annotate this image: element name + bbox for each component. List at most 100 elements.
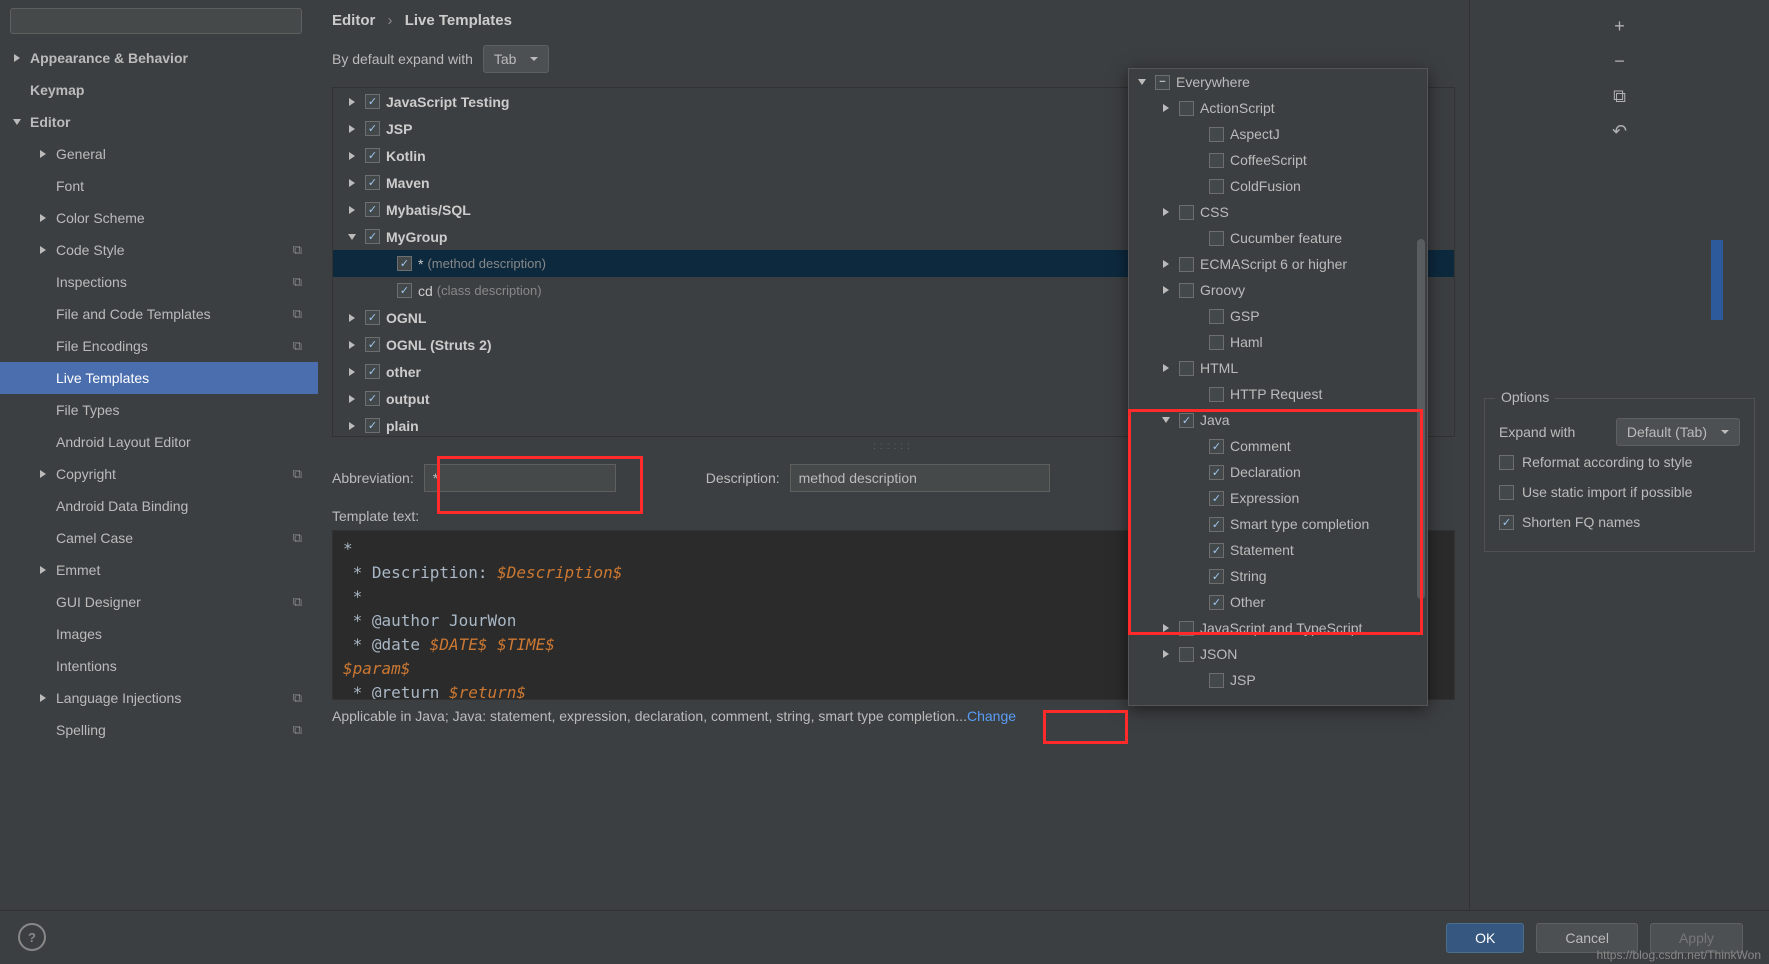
checkbox-icon[interactable] [1179,621,1194,636]
context-java[interactable]: ✓Java [1129,407,1427,433]
scrollbar-indicator[interactable] [1711,240,1723,320]
checkbox-icon[interactable]: ✓ [1209,595,1224,610]
sidebar-item-android-layout-editor[interactable]: Android Layout Editor [0,426,318,458]
checkbox-icon[interactable]: ✓ [365,310,380,325]
checkbox-icon[interactable]: ✓ [1209,465,1224,480]
add-icon[interactable]: + [1610,16,1630,37]
description-input[interactable] [790,464,1050,492]
checkbox-icon[interactable] [1209,673,1224,688]
sidebar-item-general[interactable]: General [0,138,318,170]
scrollbar-thumb[interactable] [1417,239,1425,599]
help-icon[interactable]: ? [18,923,46,951]
sidebar-item-file-types[interactable]: File Types [0,394,318,426]
checkbox-icon[interactable] [1209,231,1224,246]
context-javascript-and-typescript[interactable]: JavaScript and TypeScript [1129,615,1427,641]
sidebar-item-gui-designer[interactable]: GUI Designer⧉ [0,586,318,618]
checkbox-icon[interactable]: ✓ [365,391,380,406]
copy-icon[interactable]: ⧉ [1610,86,1630,107]
context-expression[interactable]: ✓Expression [1129,485,1427,511]
checkbox-icon[interactable] [1209,153,1224,168]
checkbox-minus-icon[interactable]: − [1155,75,1170,90]
checkbox-icon[interactable]: ✓ [365,148,380,163]
sidebar-item-file-and-code-templates[interactable]: File and Code Templates⧉ [0,298,318,330]
checkbox-icon[interactable]: ✓ [1209,491,1224,506]
checkbox-icon[interactable] [1179,101,1194,116]
breadcrumb-root[interactable]: Editor [332,12,375,29]
search-input[interactable] [10,8,302,34]
sidebar-item-intentions[interactable]: Intentions [0,650,318,682]
context-css[interactable]: CSS [1129,199,1427,225]
sidebar-item-editor[interactable]: Editor [0,106,318,138]
checkbox-icon[interactable]: ✓ [365,202,380,217]
sidebar-item-font[interactable]: Font [0,170,318,202]
sidebar-item-live-templates[interactable]: Live Templates [0,362,318,394]
context-gsp[interactable]: GSP [1129,303,1427,329]
checkbox-icon[interactable] [1209,179,1224,194]
context-groovy[interactable]: Groovy [1129,277,1427,303]
checkbox-icon[interactable] [1179,205,1194,220]
context-comment[interactable]: ✓Comment [1129,433,1427,459]
ok-button[interactable]: OK [1446,923,1524,953]
sidebar-item-keymap[interactable]: Keymap [0,74,318,106]
context-declaration[interactable]: ✓Declaration [1129,459,1427,485]
sidebar-item-color-scheme[interactable]: Color Scheme [0,202,318,234]
checkbox-icon[interactable]: ✓ [365,364,380,379]
checkbox-icon[interactable]: ✓ [1179,413,1194,428]
checkbox-icon[interactable] [1499,485,1514,500]
context-aspectj[interactable]: AspectJ [1129,121,1427,147]
option-dropdown[interactable]: Default (Tab) [1616,418,1740,446]
checkbox-icon[interactable]: ✓ [365,121,380,136]
sidebar-item-images[interactable]: Images [0,618,318,650]
sidebar-item-camel-case[interactable]: Camel Case⧉ [0,522,318,554]
context-smart-type-completion[interactable]: ✓Smart type completion [1129,511,1427,537]
context-coffeescript[interactable]: CoffeeScript [1129,147,1427,173]
checkbox-icon[interactable]: ✓ [365,175,380,190]
sidebar-item-file-encodings[interactable]: File Encodings⧉ [0,330,318,362]
option-reformat-according-to-style[interactable]: Reformat according to style [1499,447,1740,477]
checkbox-icon[interactable]: ✓ [1209,517,1224,532]
sidebar-item-appearance-behavior[interactable]: Appearance & Behavior [0,42,318,74]
context-haml[interactable]: Haml [1129,329,1427,355]
context-everywhere[interactable]: −Everywhere [1129,69,1427,95]
context-html[interactable]: HTML [1129,355,1427,381]
checkbox-icon[interactable]: ✓ [365,94,380,109]
checkbox-icon[interactable]: ✓ [1499,515,1514,530]
context-actionscript[interactable]: ActionScript [1129,95,1427,121]
sidebar-item-code-style[interactable]: Code Style⧉ [0,234,318,266]
context-statement[interactable]: ✓Statement [1129,537,1427,563]
checkbox-icon[interactable] [1179,647,1194,662]
context-string[interactable]: ✓String [1129,563,1427,589]
context-json[interactable]: JSON [1129,641,1427,667]
checkbox-icon[interactable]: ✓ [397,256,412,271]
option-expand-with[interactable]: Expand withDefault (Tab) [1499,417,1740,447]
checkbox-icon[interactable]: ✓ [365,337,380,352]
checkbox-icon[interactable] [1179,361,1194,376]
checkbox-icon[interactable]: ✓ [1209,543,1224,558]
remove-icon[interactable]: − [1610,51,1630,72]
context-ecmascript-6-or-higher[interactable]: ECMAScript 6 or higher [1129,251,1427,277]
context-http-request[interactable]: HTTP Request [1129,381,1427,407]
checkbox-icon[interactable]: ✓ [397,283,412,298]
checkbox-icon[interactable]: ✓ [365,418,380,433]
context-cucumber-feature[interactable]: Cucumber feature [1129,225,1427,251]
sidebar-item-spelling[interactable]: Spelling⧉ [0,714,318,746]
sidebar-item-inspections[interactable]: Inspections⧉ [0,266,318,298]
checkbox-icon[interactable] [1209,387,1224,402]
expand-dropdown[interactable]: Tab [483,45,550,73]
change-link[interactable]: Change [967,708,1016,724]
checkbox-icon[interactable]: ✓ [365,229,380,244]
checkbox-icon[interactable] [1179,283,1194,298]
sidebar-item-language-injections[interactable]: Language Injections⧉ [0,682,318,714]
sidebar-item-android-data-binding[interactable]: Android Data Binding [0,490,318,522]
checkbox-icon[interactable] [1499,455,1514,470]
checkbox-icon[interactable] [1179,257,1194,272]
checkbox-icon[interactable] [1209,335,1224,350]
option-use-static-import-if-possible[interactable]: Use static import if possible [1499,477,1740,507]
context-jsp[interactable]: JSP [1129,667,1427,693]
sidebar-item-copyright[interactable]: Copyright⧉ [0,458,318,490]
abbreviation-input[interactable] [424,464,616,492]
checkbox-icon[interactable]: ✓ [1209,439,1224,454]
undo-icon[interactable]: ↶ [1610,121,1630,142]
option-shorten-fq-names[interactable]: ✓Shorten FQ names [1499,507,1740,537]
checkbox-icon[interactable] [1209,127,1224,142]
